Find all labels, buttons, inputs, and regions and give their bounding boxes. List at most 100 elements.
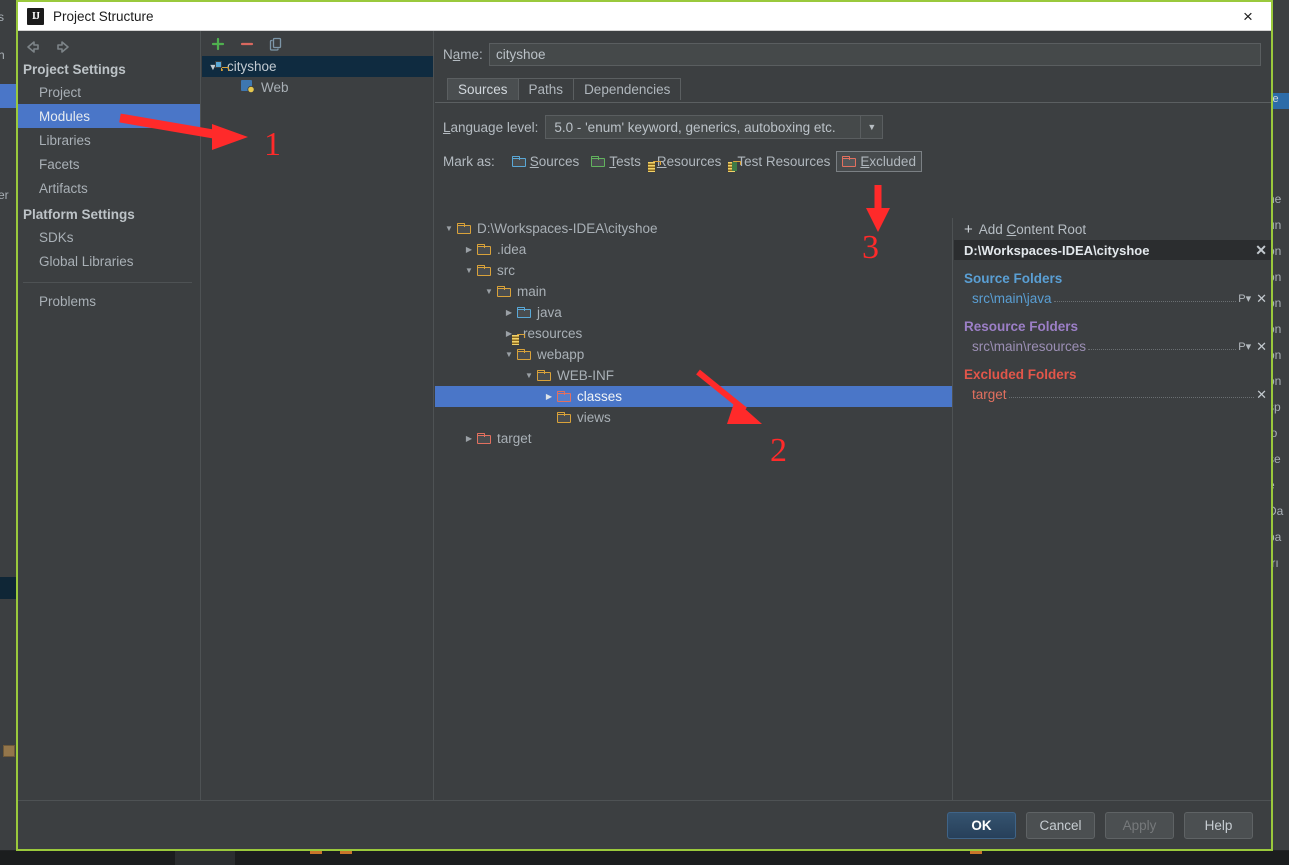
- chevron-right-icon[interactable]: ▶: [461, 434, 477, 443]
- chevron-down-icon[interactable]: ▼: [461, 266, 477, 275]
- tree-row-java[interactable]: ▶ java: [435, 302, 952, 323]
- module-tree-row-cityshoe[interactable]: ▼ cityshoe: [202, 56, 433, 77]
- package-prefix-icon[interactable]: P▾: [1238, 340, 1251, 353]
- sidebar-item-sdks[interactable]: SDKs: [18, 225, 200, 249]
- excluded-folder-entry[interactable]: target ✕: [954, 385, 1271, 404]
- module-name-row: Name:: [435, 39, 1271, 69]
- sidebar-item-modules[interactable]: Modules: [18, 104, 200, 128]
- sidebar-item-libraries[interactable]: Libraries: [18, 128, 200, 152]
- tree-row-main[interactable]: ▼ main: [435, 281, 952, 302]
- forward-arrow-icon[interactable]: [53, 39, 73, 55]
- tree-row-content-root[interactable]: ▼ D:\Workspaces-IDEA\cityshoe: [435, 218, 952, 239]
- chevron-down-icon[interactable]: ▼: [501, 350, 517, 359]
- remove-excluded-folder-icon[interactable]: ✕: [1256, 387, 1267, 403]
- dotted-leader: [1008, 388, 1255, 398]
- tree-row-webapp[interactable]: ▼ webapp: [435, 344, 952, 365]
- mark-as-test-resources-button[interactable]: Test Resources: [727, 151, 836, 172]
- mark-as-resources-button[interactable]: Resources: [647, 151, 728, 172]
- excluded-folder-icon: [477, 433, 491, 444]
- background-text: s: [0, 10, 4, 24]
- source-folder-entry[interactable]: src\main\java P▾ ✕: [954, 289, 1271, 308]
- tree-row-target[interactable]: ▶ target: [435, 428, 952, 449]
- project-structure-dialog: IJ Project Structure × Project Settings …: [16, 0, 1273, 851]
- sidebar-item-problems[interactable]: Problems: [18, 289, 200, 313]
- dotted-leader: [1088, 340, 1237, 350]
- modules-list-panel: ▼ cityshoe Web: [202, 31, 434, 800]
- remove-source-folder-icon[interactable]: ✕: [1256, 291, 1267, 307]
- sidebar-item-project[interactable]: Project: [18, 80, 200, 104]
- tests-folder-icon: [591, 155, 606, 167]
- taskbar-indicator: [310, 851, 322, 854]
- taskbar-item[interactable]: [175, 851, 235, 865]
- resource-folder-entry[interactable]: src\main\resources P▾ ✕: [954, 337, 1271, 356]
- web-facet-icon: [240, 79, 255, 96]
- background-folder-icon: [3, 745, 15, 757]
- remove-module-minus-icon[interactable]: [239, 36, 255, 52]
- tree-row-views[interactable]: views: [435, 407, 952, 428]
- tree-row-label: .idea: [497, 242, 527, 257]
- chevron-down-icon[interactable]: ▼: [441, 224, 457, 233]
- sidebar-group-platform-settings: Platform Settings: [23, 207, 135, 222]
- cancel-button[interactable]: Cancel: [1026, 811, 1095, 839]
- mark-as-excluded-button[interactable]: Excluded: [836, 150, 922, 172]
- tree-row-label: D:\Workspaces-IDEA\cityshoe: [477, 221, 658, 236]
- apply-button[interactable]: Apply: [1105, 811, 1174, 839]
- remove-content-root-icon[interactable]: ✕: [1255, 242, 1267, 259]
- module-name-label: cityshoe: [227, 59, 277, 74]
- chevron-right-icon[interactable]: ▶: [461, 245, 477, 254]
- tree-row-label: java: [537, 305, 562, 320]
- sidebar-item-label: Artifacts: [39, 180, 88, 196]
- sidebar-item-facets[interactable]: Facets: [18, 152, 200, 176]
- tree-row-label: classes: [577, 389, 623, 404]
- tab-paths[interactable]: Paths: [517, 78, 575, 100]
- tree-row-web-inf[interactable]: ▼ WEB-INF: [435, 365, 952, 386]
- copy-module-icon[interactable]: [268, 36, 284, 52]
- excluded-folder-icon: [557, 391, 571, 402]
- language-level-row: Language level: 5.0 - 'enum' keyword, ge…: [443, 113, 1271, 141]
- facet-name-label: Web: [261, 80, 289, 95]
- content-root-header: D:\Workspaces-IDEA\cityshoe ✕: [954, 240, 1271, 260]
- tab-dependencies[interactable]: Dependencies: [573, 78, 682, 100]
- tree-row-label: resources: [523, 326, 583, 341]
- sidebar-item-global-libraries[interactable]: Global Libraries: [18, 249, 200, 273]
- background-text: h: [0, 48, 5, 62]
- mark-as-sources-button[interactable]: Sources: [506, 151, 586, 172]
- sidebar-item-artifacts[interactable]: Artifacts: [18, 176, 200, 200]
- sidebar-group-project-settings: Project Settings: [23, 62, 126, 77]
- folder-icon: [457, 223, 471, 234]
- dotted-leader: [1053, 292, 1237, 302]
- tab-sources[interactable]: Sources: [447, 78, 519, 100]
- folder-icon: [497, 286, 511, 297]
- source-folders-section-title: Source Folders: [964, 271, 1063, 286]
- chevron-right-icon[interactable]: ▶: [501, 308, 517, 317]
- content-roots-tree: ▼ D:\Workspaces-IDEA\cityshoe ▶ .idea ▼ …: [435, 218, 953, 800]
- chevron-down-icon[interactable]: ▼: [481, 287, 497, 296]
- add-module-plus-icon[interactable]: [210, 36, 226, 52]
- settings-sidebar: Project Settings Project Modules Librari…: [18, 31, 201, 800]
- taskbar[interactable]: [0, 851, 1289, 865]
- tree-row-classes[interactable]: ▶ classes: [435, 386, 952, 407]
- ok-button[interactable]: OK: [947, 811, 1016, 839]
- tree-row-resources[interactable]: ▶ resources: [435, 323, 952, 345]
- chevron-right-icon[interactable]: ▶: [541, 392, 557, 401]
- dialog-titlebar: IJ Project Structure ×: [18, 0, 1271, 31]
- dialog-title: Project Structure: [53, 8, 154, 24]
- sidebar-item-label: SDKs: [39, 229, 74, 245]
- dialog-button-bar: OK Cancel Apply Help: [18, 800, 1271, 849]
- help-button[interactable]: Help: [1184, 811, 1253, 839]
- package-prefix-icon[interactable]: P▾: [1238, 292, 1251, 305]
- folder-icon: [477, 244, 491, 255]
- mark-as-tests-button[interactable]: Tests: [585, 151, 647, 172]
- excluded-folder-icon: [842, 155, 857, 167]
- tree-row-idea[interactable]: ▶ .idea: [435, 239, 952, 260]
- back-arrow-icon[interactable]: [23, 39, 43, 55]
- add-content-root-button[interactable]: + Add Content Root: [954, 218, 1271, 240]
- close-icon[interactable]: ×: [1225, 1, 1271, 32]
- chevron-down-icon[interactable]: ▼: [860, 116, 882, 138]
- remove-resource-folder-icon[interactable]: ✕: [1256, 339, 1267, 355]
- chevron-down-icon[interactable]: ▼: [521, 371, 537, 380]
- module-name-input[interactable]: [489, 42, 1261, 66]
- tree-row-src[interactable]: ▼ src: [435, 260, 952, 281]
- module-tree-row-web[interactable]: Web: [202, 77, 433, 98]
- language-level-select[interactable]: 5.0 - 'enum' keyword, generics, autoboxi…: [545, 115, 884, 139]
